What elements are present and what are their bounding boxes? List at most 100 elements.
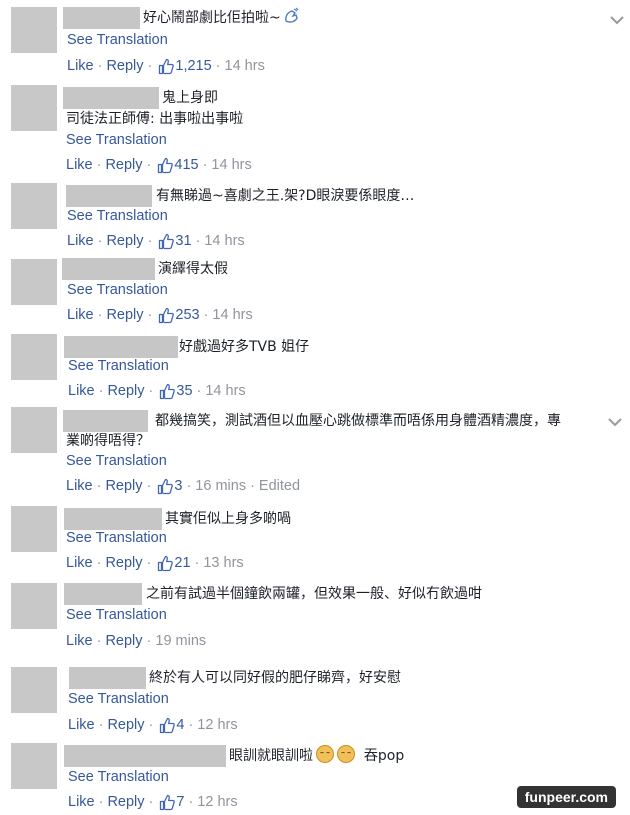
reply-link[interactable]: Reply [107, 381, 144, 401]
comment-time[interactable]: 12 hrs [197, 792, 237, 812]
reply-link[interactable]: Reply [106, 305, 143, 325]
comment-text: 好心鬧部劇比佢拍啦~ [143, 7, 300, 29]
like-link[interactable]: Like [66, 631, 93, 651]
comment-time[interactable]: 14 hrs [212, 305, 252, 325]
comment-text: 之前有試過半個鐘飲兩罐，但效果一般、好似冇飲過咁 [146, 586, 482, 602]
comment-actions: Like · Reply · 415 · 14 hrs [66, 155, 252, 175]
like-count[interactable]: 31 [175, 231, 191, 251]
like-count[interactable]: 7 [176, 792, 184, 812]
chevron-down-icon[interactable] [608, 417, 622, 427]
reply-link[interactable]: Reply [105, 476, 142, 496]
commenter-name-blurred[interactable] [63, 410, 148, 432]
thumbs-up-icon[interactable] [159, 794, 176, 811]
thumbs-up-icon[interactable] [159, 717, 176, 734]
see-translation-link[interactable]: See Translation [66, 605, 167, 625]
thumbs-up-icon[interactable] [158, 307, 175, 324]
see-translation-link[interactable]: See Translation [67, 206, 168, 226]
avatar[interactable] [11, 7, 57, 53]
avatar[interactable] [11, 667, 57, 713]
commenter-name-blurred[interactable] [64, 336, 178, 358]
thumbs-up-icon[interactable] [159, 383, 176, 400]
comment-time[interactable]: 16 mins [195, 476, 246, 496]
avatar[interactable] [11, 334, 57, 380]
avatar[interactable] [11, 506, 57, 552]
comment-text: 都幾搞笑，測試酒但以血壓心跳做標準而唔係用身體酒精濃度，專 [155, 413, 561, 429]
comment-text: 演繹得太假 [158, 261, 228, 277]
like-count[interactable]: 253 [175, 305, 199, 325]
like-count[interactable]: 21 [174, 553, 190, 573]
avatar[interactable] [11, 183, 57, 229]
thumbs-up-icon[interactable] [157, 157, 174, 174]
commenter-name-blurred[interactable] [62, 258, 155, 280]
comment-actions: Like · Reply · 3 · 16 mins · Edited [66, 476, 301, 496]
comment-actions: Like · Reply · 1,215 · 14 hrs [67, 56, 265, 76]
avatar[interactable] [11, 583, 57, 629]
comment-time[interactable]: 12 hrs [197, 715, 237, 735]
commenter-name-blurred[interactable] [63, 7, 140, 29]
comment-actions: Like · Reply · 253 · 14 hrs [67, 305, 253, 325]
reply-link[interactable]: Reply [106, 231, 143, 251]
comment-actions: Like · Reply · 21 · 13 hrs [66, 553, 244, 573]
see-translation-link[interactable]: See Translation [66, 528, 167, 548]
like-count[interactable]: 4 [176, 715, 184, 735]
like-count[interactable]: 35 [176, 381, 192, 401]
like-link[interactable]: Like [68, 381, 95, 401]
reply-link[interactable]: Reply [107, 715, 144, 735]
avatar[interactable] [11, 259, 57, 305]
comment-text-suffix: 吞pop [363, 748, 405, 764]
commenter-name-blurred[interactable] [64, 583, 142, 605]
see-translation-link[interactable]: See Translation [66, 451, 167, 471]
avatar[interactable] [11, 85, 57, 131]
thumbs-up-icon[interactable] [158, 233, 175, 250]
reply-link[interactable]: Reply [106, 56, 143, 76]
like-count[interactable]: 415 [174, 155, 198, 175]
relieved-face-emoji-icon [337, 745, 355, 763]
comment-time[interactable]: 14 hrs [225, 56, 265, 76]
like-link[interactable]: Like [66, 155, 93, 175]
like-link[interactable]: Like [66, 553, 93, 573]
comment-text: 好戲過好多TVB 姐仔 [179, 339, 310, 355]
like-link[interactable]: Like [68, 792, 95, 812]
commenter-name-blurred[interactable] [64, 508, 162, 530]
comment-text-content: 好心鬧部劇比佢拍啦~ [143, 10, 281, 26]
comment-time[interactable]: 14 hrs [211, 155, 251, 175]
like-link[interactable]: Like [68, 715, 95, 735]
like-link[interactable]: Like [67, 305, 94, 325]
reply-link[interactable]: Reply [105, 553, 142, 573]
chevron-down-icon[interactable] [610, 15, 624, 25]
comment-time[interactable]: 14 hrs [204, 231, 244, 251]
see-translation-link[interactable]: See Translation [68, 767, 169, 787]
commenter-name-blurred[interactable] [64, 745, 226, 767]
see-translation-link[interactable]: See Translation [68, 689, 169, 709]
like-link[interactable]: Like [66, 476, 93, 496]
avatar[interactable] [11, 407, 57, 453]
comment-text: 眼訓就眼訓啦 吞pop [229, 745, 404, 767]
like-link[interactable]: Like [67, 56, 94, 76]
thumbs-up-icon[interactable] [158, 58, 175, 75]
comment-time[interactable]: 14 hrs [205, 381, 245, 401]
see-translation-link[interactable]: See Translation [67, 30, 168, 50]
reply-link[interactable]: Reply [105, 155, 142, 175]
like-count[interactable]: 1,215 [175, 56, 211, 76]
comment-text: 有無睇過~喜劇之王.架?D眼淚要係眼度… [156, 188, 415, 204]
commenter-name-blurred[interactable] [69, 667, 146, 689]
like-count[interactable]: 3 [174, 476, 182, 496]
see-translation-link[interactable]: See Translation [67, 280, 168, 300]
thumbs-up-icon[interactable] [157, 555, 174, 572]
comment-text-line2: 業啲得唔得？ [66, 433, 150, 449]
comment-time[interactable]: 13 hrs [203, 553, 243, 573]
thumbs-up-icon[interactable] [157, 478, 174, 495]
avatar[interactable] [11, 743, 57, 789]
comment-text: 鬼上身即 [162, 90, 218, 106]
see-translation-link[interactable]: See Translation [68, 356, 169, 376]
waving-hand-icon [284, 7, 299, 23]
like-link[interactable]: Like [67, 231, 94, 251]
commenter-name-blurred[interactable] [66, 185, 152, 207]
see-translation-link[interactable]: See Translation [66, 130, 167, 150]
reply-link[interactable]: Reply [107, 792, 144, 812]
edited-label[interactable]: Edited [259, 476, 300, 496]
comment-time[interactable]: 19 mins [155, 631, 206, 651]
commenter-name-blurred[interactable] [63, 87, 159, 109]
comment-actions: Like · Reply · 31 · 14 hrs [67, 231, 245, 251]
reply-link[interactable]: Reply [105, 631, 142, 651]
